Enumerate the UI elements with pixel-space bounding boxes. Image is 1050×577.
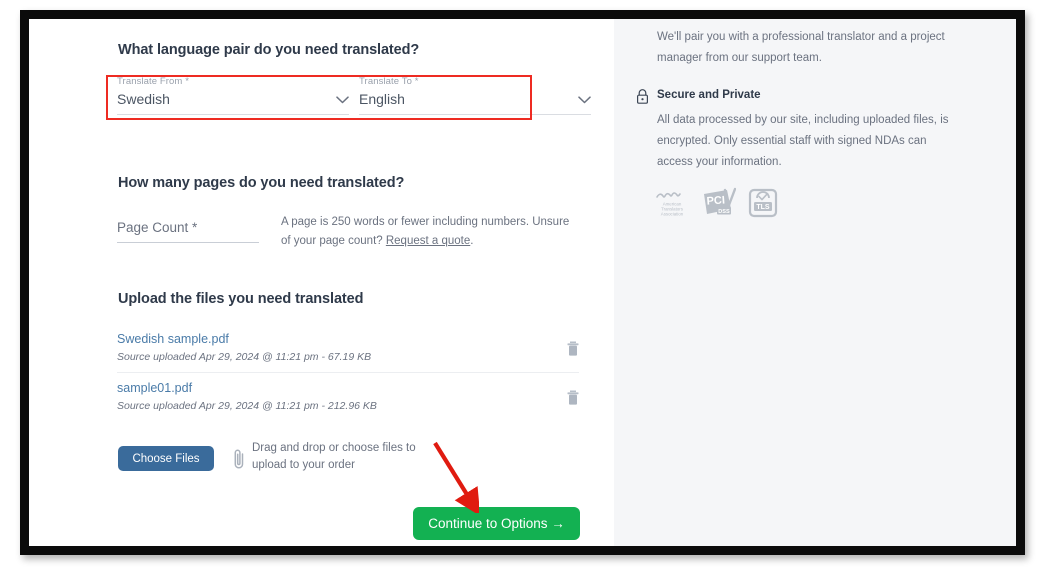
translate-from-value: Swedish [117, 91, 170, 107]
trash-icon[interactable] [567, 341, 579, 356]
translate-from-label: Translate From * [117, 76, 189, 87]
table-row: Swedish sample.pdf Source uploaded Apr 2… [117, 324, 579, 373]
paperclip-icon [231, 447, 247, 471]
secure-and-private-heading: Secure and Private [657, 89, 761, 101]
secure-and-private-body: All data processed by our site, includin… [657, 114, 949, 168]
trash-icon[interactable] [567, 390, 579, 405]
page-count-note-period: . [470, 235, 474, 247]
request-a-quote-link[interactable]: Request a quote [386, 235, 470, 247]
upload-heading: Upload the files you need translated [118, 291, 364, 307]
file-meta: Source uploaded Apr 29, 2024 @ 11:21 pm … [117, 351, 372, 363]
language-pair-heading: What language pair do you need translate… [118, 42, 420, 58]
file-meta: Source uploaded Apr 29, 2024 @ 11:21 pm … [117, 400, 377, 412]
svg-text:DSS: DSS [718, 209, 730, 215]
chevron-down-icon[interactable] [578, 96, 591, 104]
screenshot-frame: What language pair do you need translate… [20, 10, 1025, 555]
lock-icon [636, 89, 649, 104]
choose-files-button[interactable]: Choose Files [118, 446, 214, 471]
pci-dss-badge: PCI DSS [702, 187, 736, 219]
page-count-placeholder: Page Count * [117, 220, 198, 235]
table-row: sample01.pdf Source uploaded Apr 29, 202… [117, 373, 579, 421]
translate-to-label: Translate To * [359, 76, 419, 87]
translate-from-select[interactable]: Translate From * Swedish [117, 76, 349, 115]
sidebar-intro-text: We'll pair you with a professional trans… [657, 31, 945, 64]
file-name-link[interactable]: Swedish sample.pdf [117, 332, 229, 346]
svg-text:Association: Association [661, 212, 684, 217]
translate-to-select[interactable]: Translate To * English [359, 76, 591, 115]
drag-and-drop-hint: Drag and drop or choose files to upload … [252, 442, 416, 471]
certification-badges: American Translators Association PCI DSS [654, 187, 778, 219]
order-page: What language pair do you need translate… [29, 19, 1016, 546]
chevron-down-icon[interactable] [336, 96, 349, 104]
translate-to-value: English [359, 91, 405, 107]
order-form-column: What language pair do you need translate… [29, 19, 614, 546]
file-name-link[interactable]: sample01.pdf [117, 381, 192, 395]
info-sidebar: We'll pair you with a professional trans… [614, 19, 1016, 546]
continue-to-options-button[interactable]: Continue to Options → [413, 507, 580, 540]
svg-text:PCI: PCI [706, 194, 725, 207]
page-count-note: A page is 250 words or fewer including n… [281, 213, 571, 251]
svg-text:TLS: TLS [756, 204, 770, 211]
ata-badge: American Translators Association [654, 187, 690, 219]
uploaded-file-list: Swedish sample.pdf Source uploaded Apr 2… [117, 324, 579, 421]
page-count-input[interactable]: Page Count * [117, 217, 259, 243]
page-count-heading: How many pages do you need translated? [118, 175, 405, 191]
tls-badge: TLS [748, 187, 778, 219]
